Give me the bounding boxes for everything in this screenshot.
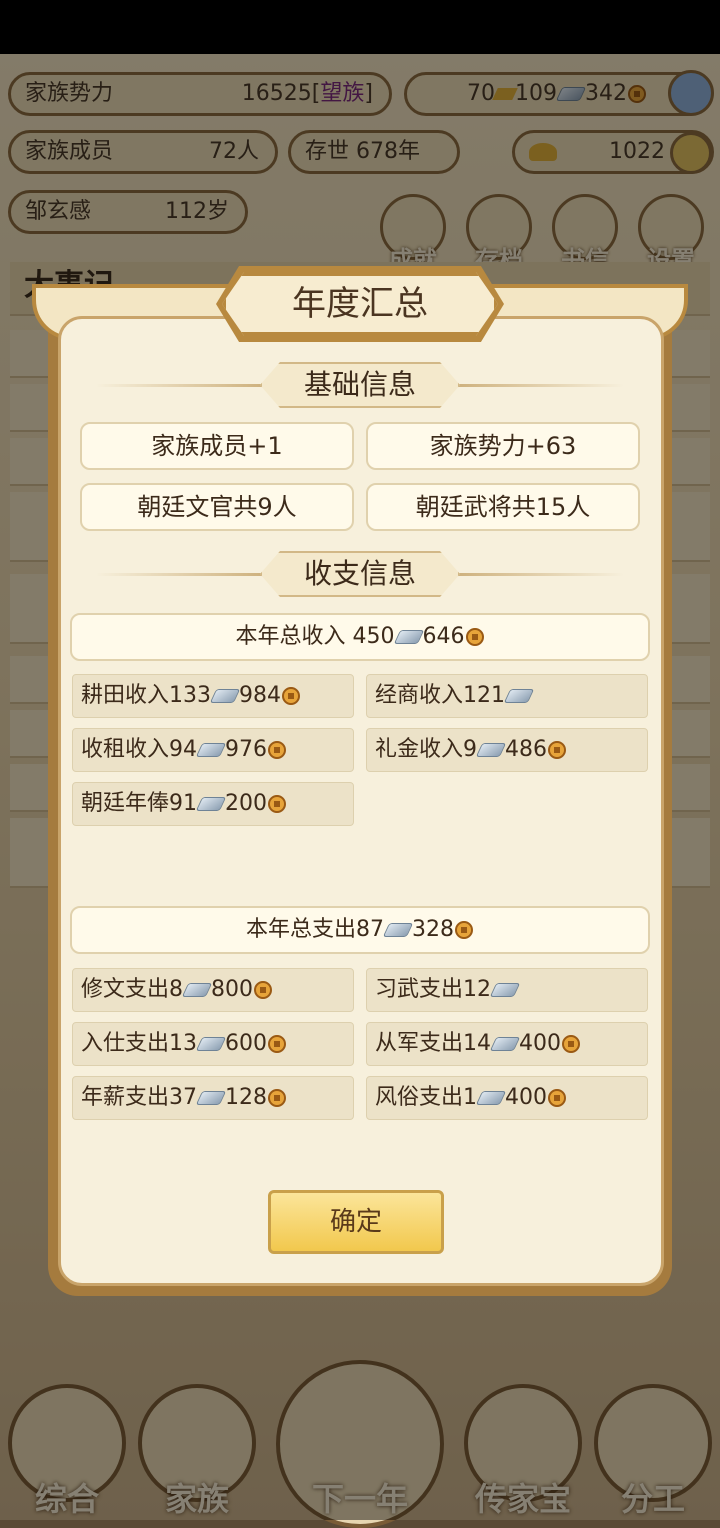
coin-icon (548, 741, 566, 759)
income-item-coin: 984 (239, 683, 281, 708)
income-item: 经商收入121 (366, 674, 648, 718)
coin-icon (268, 1035, 286, 1053)
expense-item-coin: 600 (225, 1031, 267, 1056)
income-item: 耕田收入133 984 (72, 674, 354, 718)
expense-total: 本年总支出87 328 (70, 906, 650, 954)
income-item-label: 礼金收入9 (375, 737, 477, 762)
silver-icon (382, 923, 414, 937)
expense-item-coin: 400 (519, 1031, 561, 1056)
basic-info-title: 基础信息 (260, 362, 460, 408)
silver-icon (195, 1091, 227, 1105)
income-total-label: 本年总收入 450 (235, 624, 395, 649)
expense-item-label: 从军支出14 (375, 1031, 491, 1056)
income-total-coin: 646 (422, 624, 465, 649)
coin-icon (562, 1035, 580, 1053)
silver-icon (181, 983, 213, 997)
expense-item: 年薪支出37 128 (72, 1076, 354, 1120)
income-item: 礼金收入9 486 (366, 728, 648, 772)
expense-item-label: 风俗支出1 (375, 1085, 477, 1110)
expense-item: 风俗支出1 400 (366, 1076, 648, 1120)
income-item-label: 收租收入94 (81, 737, 197, 762)
silver-icon (489, 1037, 521, 1051)
divider (96, 573, 266, 576)
coin-icon (268, 741, 286, 759)
silver-icon (195, 743, 227, 757)
coin-icon (268, 1089, 286, 1107)
expense-item-label: 习武支出12 (375, 977, 491, 1002)
expense-item-label: 入仕支出13 (81, 1031, 197, 1056)
silver-icon (195, 797, 227, 811)
income-total: 本年总收入 450 646 (70, 613, 650, 661)
finance-info-title: 收支信息 (260, 551, 460, 597)
expense-item-coin: 128 (225, 1085, 267, 1110)
expense-item: 入仕支出13 600 (72, 1022, 354, 1066)
silver-icon (209, 689, 241, 703)
income-item-label: 朝廷年俸91 (81, 791, 197, 816)
income-item-coin: 976 (225, 737, 267, 762)
expense-item-label: 修文支出8 (81, 977, 183, 1002)
basic-info-header: 基础信息 (96, 362, 624, 408)
divider (454, 573, 624, 576)
coin-icon (268, 795, 286, 813)
coin-icon (455, 921, 473, 939)
income-item: 收租收入94 976 (72, 728, 354, 772)
expense-item: 习武支出12 (366, 968, 648, 1012)
income-item-label: 耕田收入133 (81, 683, 211, 708)
expense-item: 从军支出14 400 (366, 1022, 648, 1066)
expense-item-coin: 400 (505, 1085, 547, 1110)
silver-icon (503, 689, 535, 703)
income-item-coin: 486 (505, 737, 547, 762)
dialog-title: 年度汇总 (222, 272, 498, 336)
expense-total-label: 本年总支出87 (246, 917, 384, 942)
civil-officials-count: 朝廷文官共9人 (80, 483, 354, 531)
silver-icon (195, 1037, 227, 1051)
coin-icon (254, 981, 272, 999)
income-item-coin: 200 (225, 791, 267, 816)
silver-icon (475, 1091, 507, 1105)
expense-item: 修文支出8 800 (72, 968, 354, 1012)
silver-icon (475, 743, 507, 757)
expense-total-coin: 328 (412, 917, 454, 942)
coin-icon (282, 687, 300, 705)
expense-item-label: 年薪支出37 (81, 1085, 197, 1110)
income-item-label: 经商收入121 (375, 683, 505, 708)
silver-icon (489, 983, 521, 997)
status-bar (0, 0, 720, 54)
coin-icon (548, 1089, 566, 1107)
family-members-change: 家族成员+1 (80, 422, 354, 470)
finance-info-header: 收支信息 (96, 551, 624, 597)
family-power-change: 家族势力+63 (366, 422, 640, 470)
divider (454, 384, 624, 387)
divider (96, 384, 266, 387)
military-generals-count: 朝廷武将共15人 (366, 483, 640, 531)
expense-item-coin: 800 (211, 977, 253, 1002)
coin-icon (465, 628, 484, 646)
silver-icon (393, 630, 424, 644)
income-item: 朝廷年俸91 200 (72, 782, 354, 826)
confirm-button[interactable]: 确定 (268, 1190, 444, 1254)
